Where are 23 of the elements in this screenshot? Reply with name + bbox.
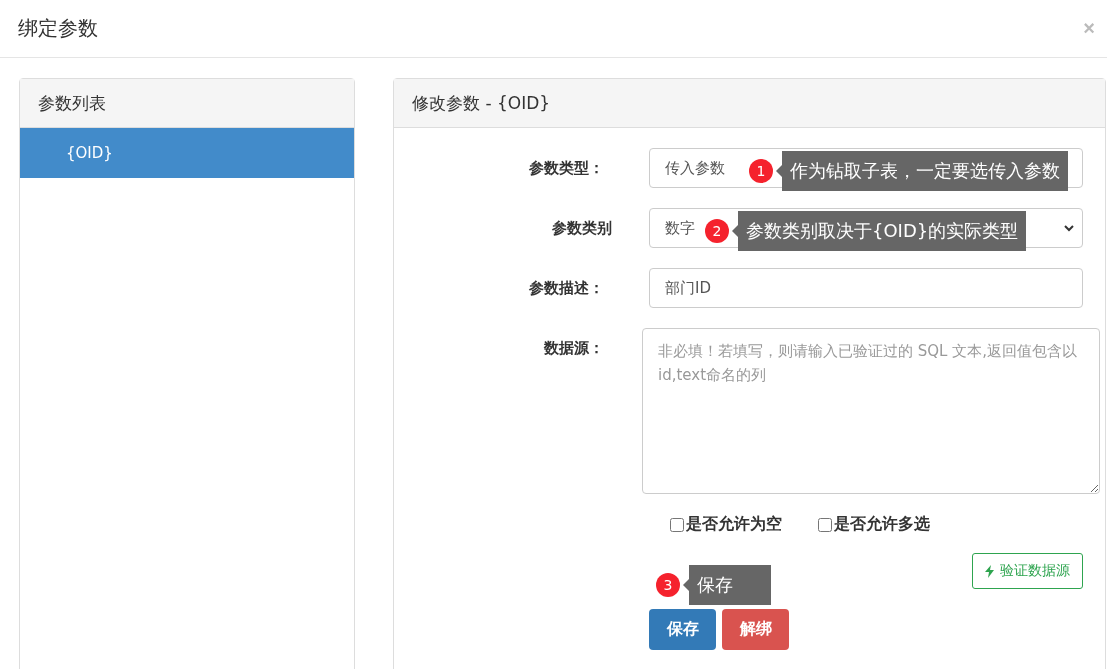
field-label: 数据源： [543,338,604,359]
checkbox[interactable] [818,517,832,532]
checkbox-label: 是否允许为空 [686,514,782,535]
checkbox-label: 是否允许多选 [834,514,930,535]
tooltip: 参数类别取决于{OID}的实际类型 [732,211,1027,251]
checkbox[interactable] [670,517,684,532]
lightning-icon [985,564,994,578]
caret-icon [1063,224,1075,232]
dialog-title: 绑定参数 [18,15,98,42]
verify-button[interactable]: 验证数据源 [972,553,1083,589]
field-label: 参数类别 [551,218,612,239]
tooltip: 保存 [683,565,771,605]
save-button[interactable]: 保存 [649,609,716,650]
panel-title: 参数列表 [38,91,106,115]
unbind-button[interactable]: 解绑 [722,609,789,650]
field-label: 参数类型： [528,158,604,179]
input-field[interactable]: 部门ID [649,268,1083,308]
tooltip: 作为钻取子表，一定要选传入参数 [776,151,1068,191]
field-label: 参数描述： [528,278,604,299]
step-badge: 3 [656,573,680,597]
panel-title: 修改参数 - {OID} [412,91,551,115]
param-list-item[interactable]: {OID} [20,128,354,178]
textarea-field[interactable]: 非必填！若填写，则请输入已验证过的 SQL 文本,返回值包含以id,text命名的列 [642,328,1100,494]
